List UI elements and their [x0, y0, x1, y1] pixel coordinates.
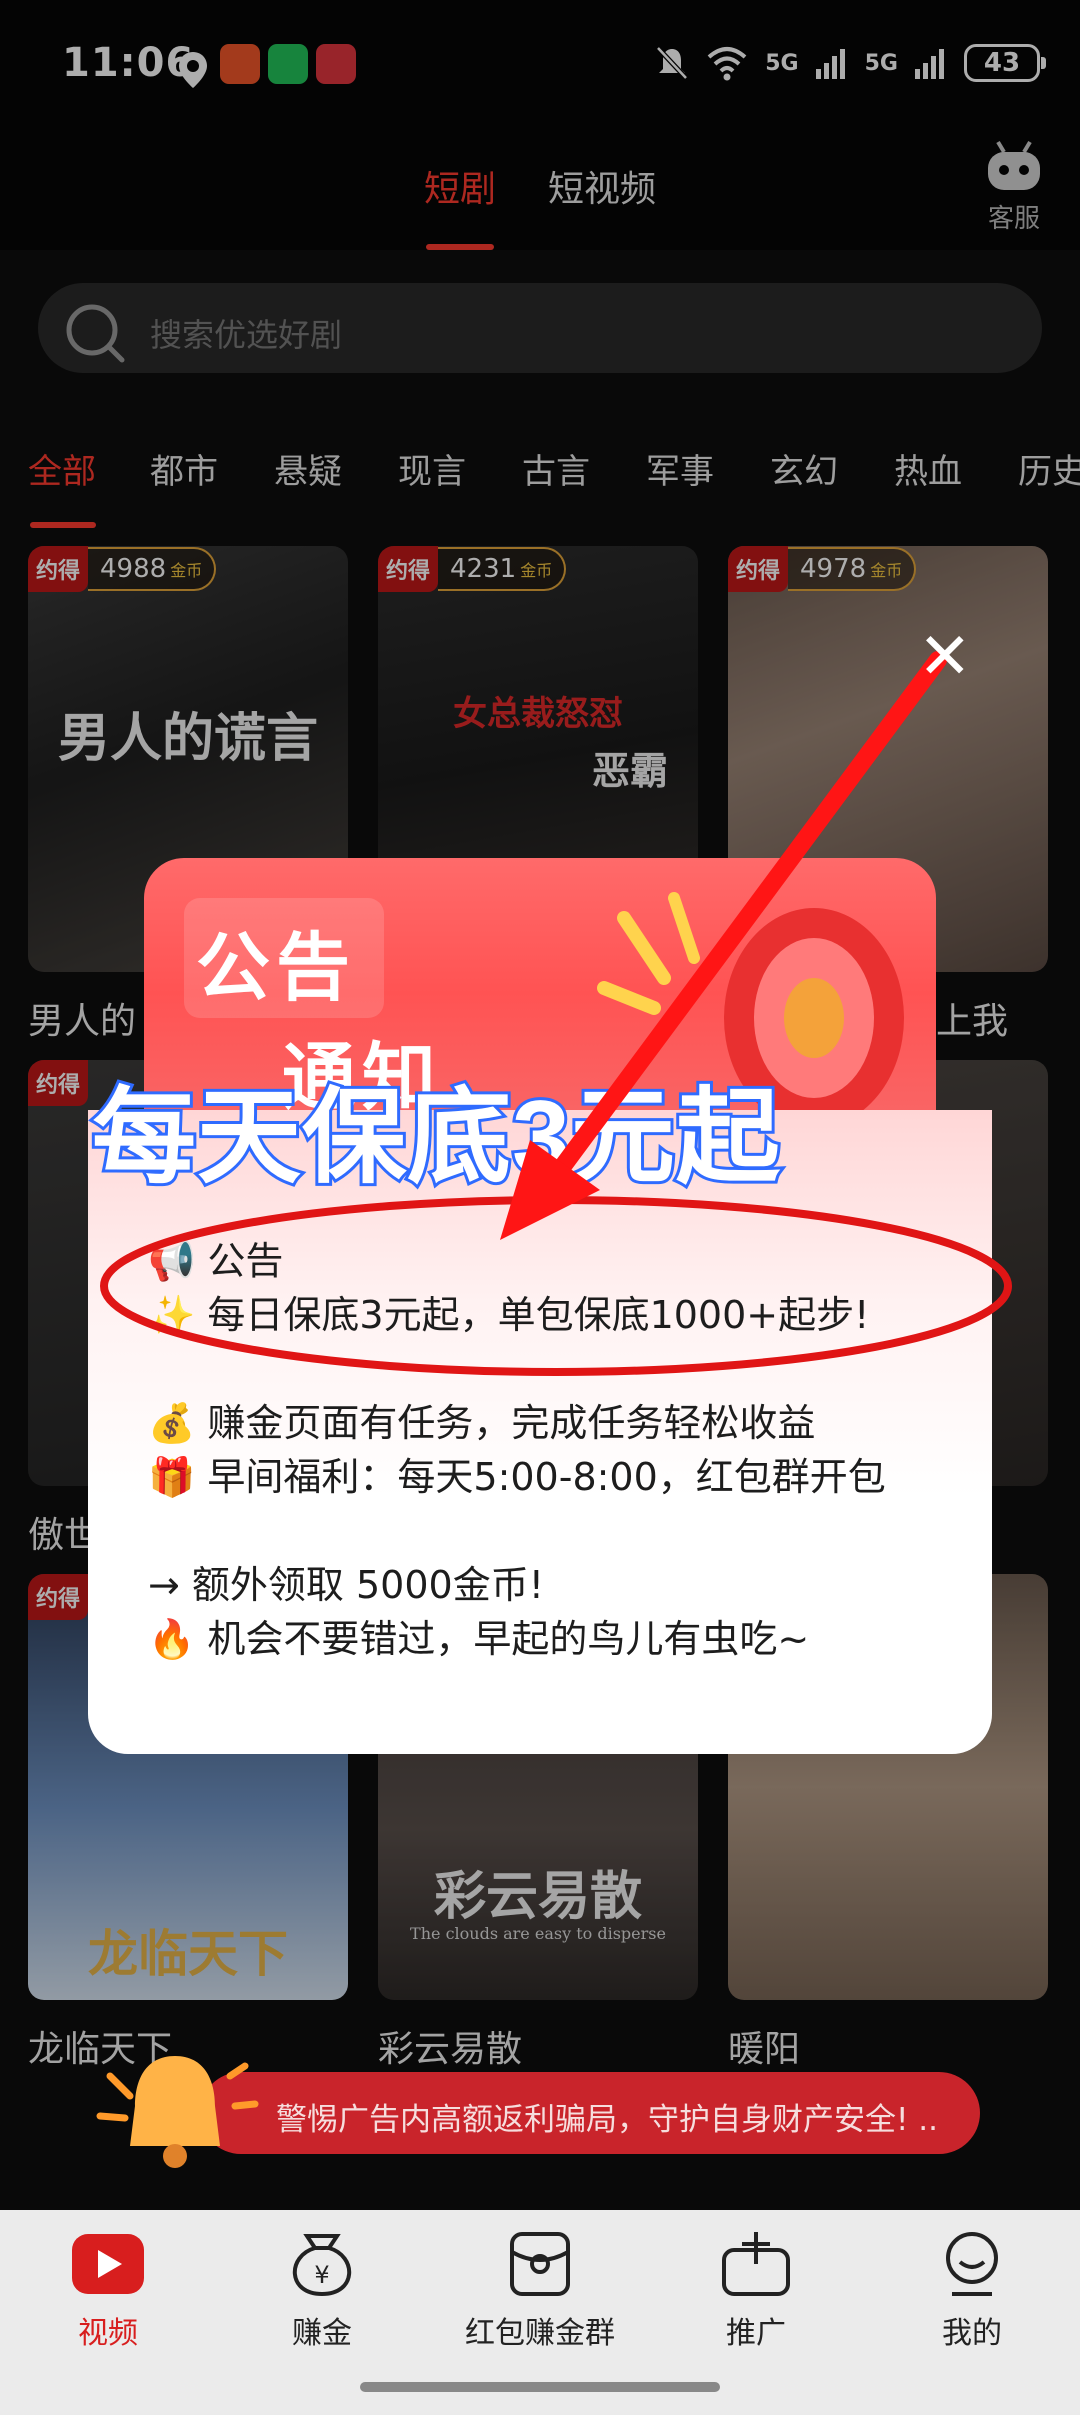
- nav-label-video[interactable]: 视频: [8, 2308, 208, 2352]
- red-packet-icon[interactable]: [450, 2228, 630, 2300]
- money-bag-icon[interactable]: ¥: [232, 2228, 412, 2300]
- svg-text:¥: ¥: [314, 2261, 329, 2289]
- home-indicator[interactable]: [360, 2382, 720, 2392]
- play-icon[interactable]: [18, 2228, 198, 2300]
- nav-label-mine[interactable]: 我的: [872, 2308, 1072, 2352]
- bell-icon: [96, 2056, 259, 2168]
- fraud-warning-text[interactable]: 警惕广告内高额返利骗局，守护自身财产安全! ..: [276, 2094, 938, 2139]
- close-icon[interactable]: ✕: [918, 620, 972, 694]
- nav-label-earn[interactable]: 赚金: [222, 2308, 422, 2352]
- nav-label-red-packet-group[interactable]: 红包赚金群: [440, 2308, 640, 2352]
- nav-label-promote[interactable]: 推广: [656, 2308, 856, 2352]
- share-box-icon[interactable]: [666, 2228, 846, 2300]
- profile-icon[interactable]: [882, 2228, 1062, 2300]
